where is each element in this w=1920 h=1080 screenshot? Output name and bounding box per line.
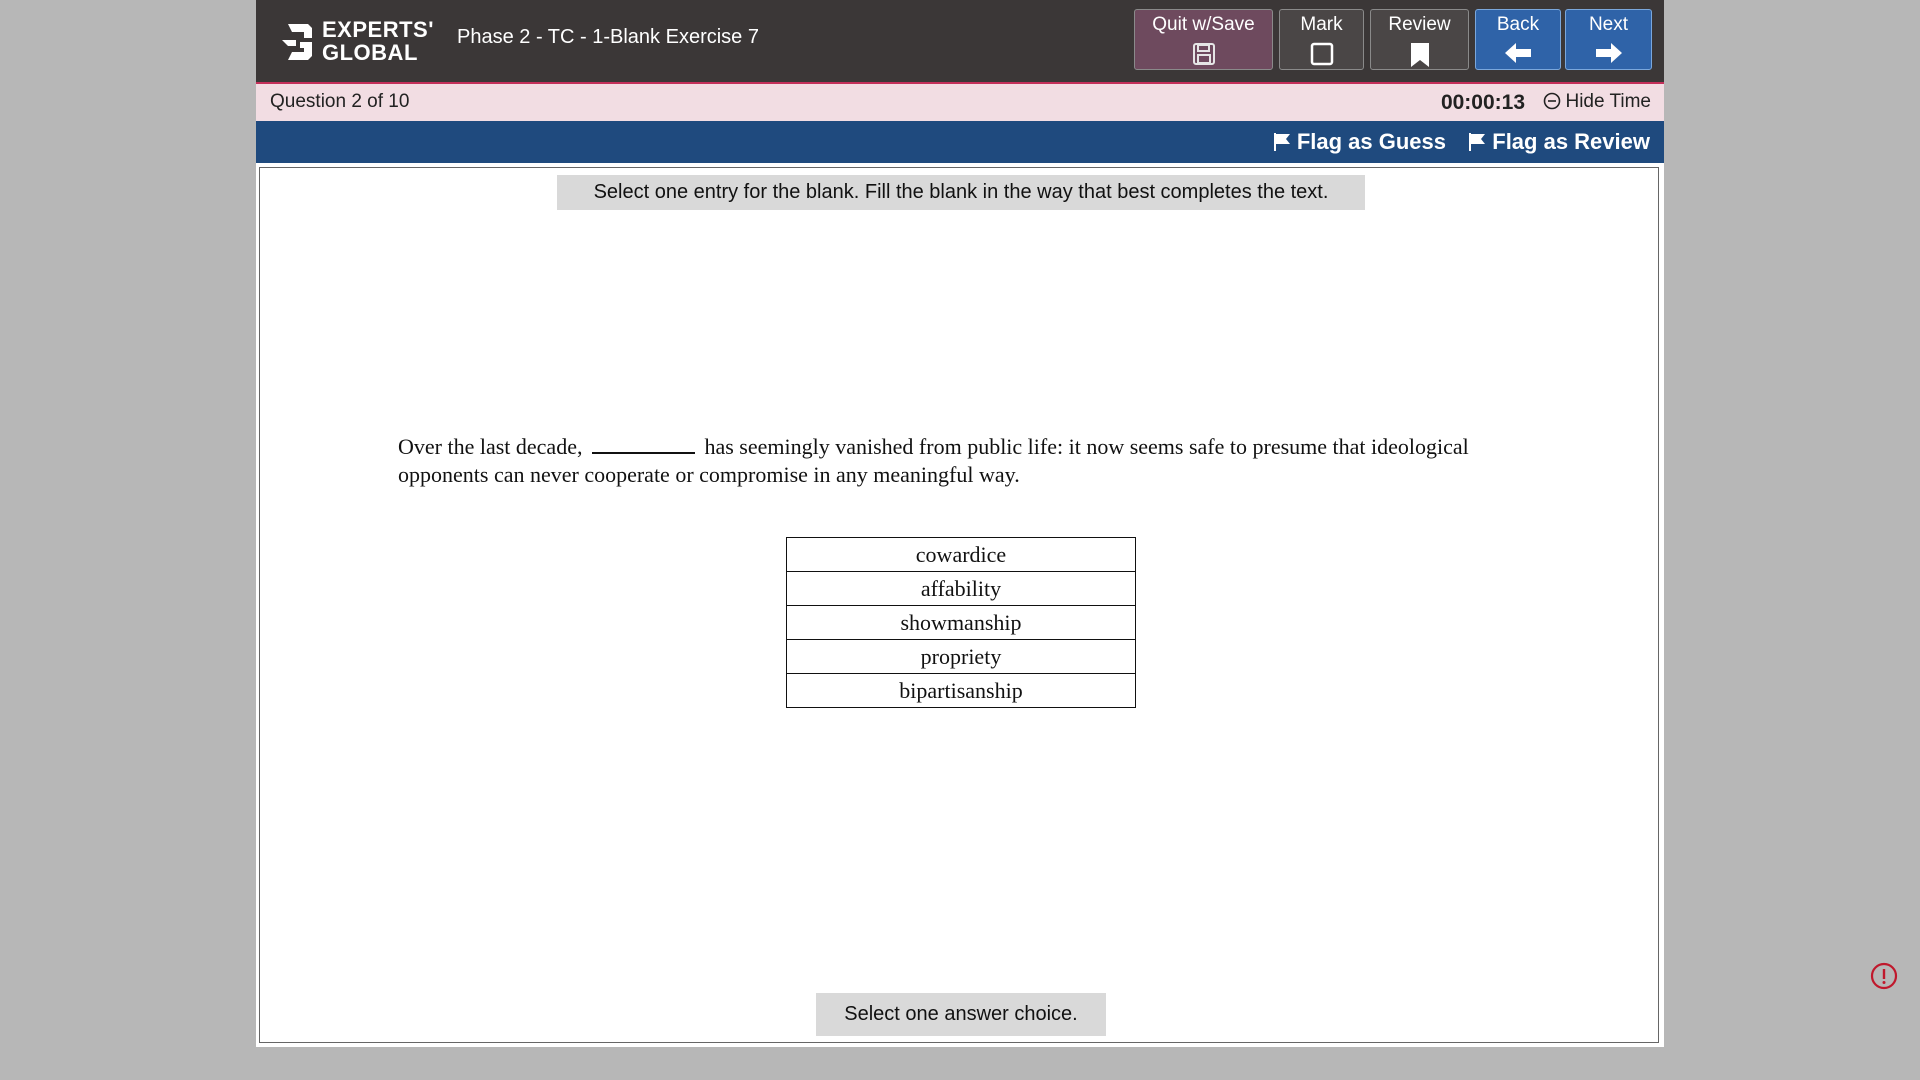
mark-button[interactable]: Mark bbox=[1279, 9, 1364, 70]
flag-as-review-button[interactable]: Flag as Review bbox=[1468, 129, 1650, 155]
quit-save-label: Quit w/Save bbox=[1152, 14, 1255, 35]
logo-text-line2: GLOBAL bbox=[322, 40, 418, 65]
answer-choice[interactable]: propriety bbox=[786, 639, 1136, 674]
test-app: EXPERTS' GLOBAL Phase 2 - TC - 1-Blank E… bbox=[256, 0, 1664, 1047]
back-label: Back bbox=[1496, 14, 1540, 35]
blank-line bbox=[591, 434, 695, 454]
review-button[interactable]: Review bbox=[1370, 9, 1469, 70]
mark-label: Mark bbox=[1300, 14, 1343, 35]
next-label: Next bbox=[1588, 14, 1629, 35]
header-bar: EXPERTS' GLOBAL Phase 2 - TC - 1-Blank E… bbox=[256, 0, 1664, 84]
flag-as-review-label: Flag as Review bbox=[1492, 129, 1650, 154]
question-passage: Over the last decade, has seemingly vani… bbox=[398, 433, 1498, 489]
answer-choice[interactable]: showmanship bbox=[786, 605, 1136, 640]
save-icon bbox=[1192, 43, 1215, 65]
flag-as-guess-button[interactable]: Flag as Guess bbox=[1273, 129, 1446, 155]
checkbox-icon bbox=[1310, 42, 1333, 66]
next-button[interactable]: Next bbox=[1565, 9, 1652, 70]
question-content: Select one entry for the blank. Fill the… bbox=[259, 167, 1659, 1043]
arrow-right-icon bbox=[1595, 43, 1622, 63]
alert-circle-icon[interactable] bbox=[1870, 962, 1898, 990]
logo-text-line1: EXPERTS' bbox=[322, 17, 434, 42]
question-bar: Question 2 of 10 00:00:13 Hide Time bbox=[256, 84, 1664, 121]
review-label: Review bbox=[1388, 14, 1451, 35]
answer-choices: cowardice affability showmanship proprie… bbox=[786, 537, 1136, 708]
flag-bar: Flag as Guess Flag as Review bbox=[256, 121, 1664, 163]
question-counter: Question 2 of 10 bbox=[270, 91, 410, 112]
hide-time-label: Hide Time bbox=[1565, 91, 1651, 112]
logo-text: EXPERTS' GLOBAL bbox=[322, 18, 434, 64]
exercise-title: Phase 2 - TC - 1-Blank Exercise 7 bbox=[457, 26, 759, 48]
logo: EXPERTS' GLOBAL bbox=[278, 18, 433, 66]
answer-choice[interactable]: cowardice bbox=[786, 537, 1136, 572]
back-button[interactable]: Back bbox=[1475, 9, 1561, 70]
answer-choice[interactable]: bipartisanship bbox=[786, 673, 1136, 708]
flag-icon bbox=[1273, 133, 1290, 151]
answer-instruction: Select one answer choice. bbox=[816, 993, 1106, 1036]
quit-save-button[interactable]: Quit w/Save bbox=[1134, 9, 1273, 70]
hide-time-button[interactable]: Hide Time bbox=[1543, 91, 1651, 113]
arrow-left-icon bbox=[1505, 43, 1531, 63]
flag-icon bbox=[1469, 133, 1486, 151]
logo-mark-icon bbox=[282, 24, 312, 60]
timer: 00:00:13 bbox=[1440, 91, 1525, 114]
bookmark-icon bbox=[1410, 43, 1429, 67]
answer-choice[interactable]: affability bbox=[786, 571, 1136, 606]
instruction-banner: Select one entry for the blank. Fill the… bbox=[557, 175, 1365, 210]
passage-text-before: Over the last decade, bbox=[398, 434, 583, 459]
minus-circle-icon bbox=[1544, 92, 1561, 110]
flag-as-guess-label: Flag as Guess bbox=[1296, 129, 1446, 154]
